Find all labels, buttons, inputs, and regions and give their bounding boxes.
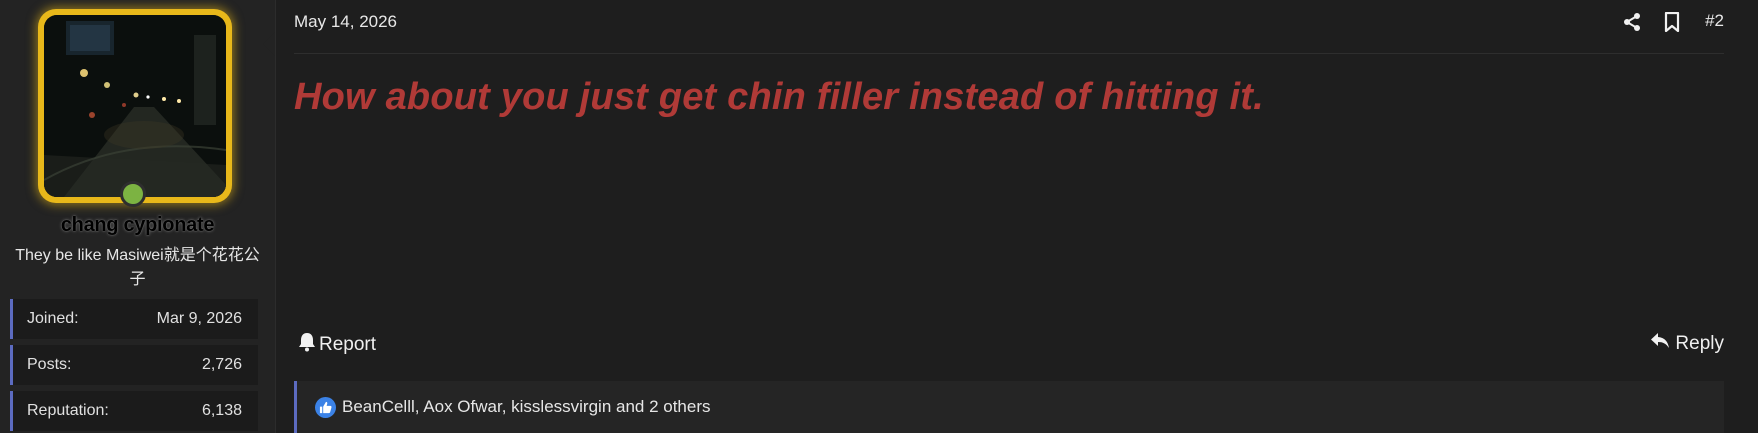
share-icon[interactable]: [1620, 10, 1644, 34]
user-title: They be like Masiwei就是个花花公子: [15, 247, 260, 288]
stat-posts: Posts: 2,726: [10, 345, 258, 385]
post-number-link[interactable]: #2: [1705, 11, 1724, 31]
reply-label: Reply: [1675, 333, 1724, 354]
stat-reputation: Reputation: 6,138: [10, 391, 258, 431]
username[interactable]: chang cypionate: [0, 214, 275, 237]
bookmark-icon[interactable]: [1660, 10, 1684, 34]
reply-arrow-icon: [1650, 332, 1670, 356]
user-sidebar: chang cypionate They be like Masiwei就是个花…: [0, 0, 276, 433]
reactions-bar[interactable]: BeanCelll, Aox Ofwar, kisslessvirgin and…: [294, 381, 1724, 433]
reactions-list[interactable]: BeanCelll, Aox Ofwar, kisslessvirgin and…: [342, 397, 711, 417]
stat-value[interactable]: 2,726: [202, 356, 242, 374]
stat-value: Mar 9, 2026: [156, 310, 242, 327]
stat-value: 6,138: [201, 402, 242, 419]
avatar-frame[interactable]: [38, 9, 232, 203]
report-button[interactable]: Report: [298, 332, 376, 358]
stat-label: Joined:: [27, 310, 79, 327]
reply-button[interactable]: Reply: [1650, 332, 1724, 356]
post-date[interactable]: May 14, 2026: [294, 12, 397, 32]
online-status-indicator: [120, 181, 146, 207]
message-pointer: [263, 32, 275, 56]
stat-label: Reputation:: [27, 402, 109, 419]
thumbs-up-icon: [315, 396, 336, 418]
message-header: May 14, 2026 #2: [294, 0, 1724, 54]
bell-icon: [298, 332, 316, 358]
report-label: Report: [319, 334, 377, 355]
stat-label: Posts:: [27, 356, 72, 373]
avatar[interactable]: [44, 15, 226, 197]
forum-post: chang cypionate They be like Masiwei就是个花…: [0, 0, 1758, 433]
stat-joined: Joined: Mar 9, 2026: [10, 299, 258, 339]
post-body-text: How about you just get chin filler inste…: [294, 76, 1264, 118]
